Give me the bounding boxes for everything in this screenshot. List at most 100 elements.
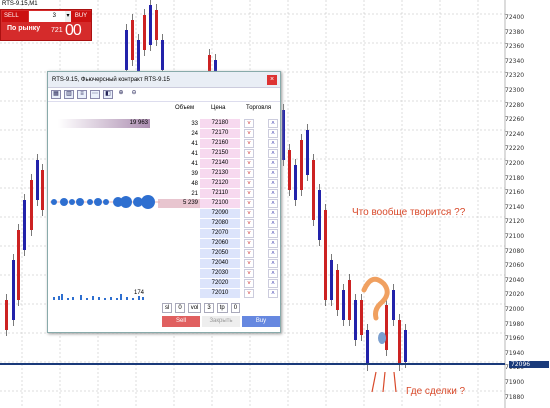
buy-limit-icon[interactable]: ˄ (268, 239, 278, 248)
depth-of-market-window: RTS-9.15, Фьючерсный контракт RTS-9.15 ×… (47, 71, 281, 333)
sell-limit-icon[interactable]: ˅ (244, 289, 254, 298)
sell-limit-icon[interactable]: ˅ (244, 199, 254, 208)
sell-limit-icon[interactable]: ˅ (244, 159, 254, 168)
price-tick: 72100 (505, 233, 525, 240)
row-price[interactable]: 72070 (200, 229, 240, 238)
volume-bar (86, 298, 88, 300)
sell-limit-icon[interactable]: ˅ (244, 259, 254, 268)
row-price[interactable]: 72010 (200, 289, 240, 298)
row-price[interactable]: 72050 (200, 249, 240, 258)
candle-body (306, 130, 309, 175)
candle-body (30, 180, 33, 230)
row-price[interactable]: 72130 (200, 169, 240, 178)
candle-body (385, 305, 388, 350)
sell-limit-icon[interactable]: ˅ (244, 169, 254, 178)
volume-histogram (53, 294, 144, 300)
dom-sell-button[interactable]: Sell (162, 316, 200, 327)
row-price[interactable]: 72030 (200, 269, 240, 278)
candle-body (366, 330, 369, 365)
buy-limit-icon[interactable]: ˄ (268, 259, 278, 268)
sell-limit-icon[interactable]: ˅ (244, 269, 254, 278)
row-price[interactable]: 72110 (200, 189, 240, 198)
candle-body (354, 300, 357, 340)
sell-limit-icon[interactable]: ˅ (244, 149, 254, 158)
vol-input[interactable]: 3 (204, 303, 214, 313)
sell-limit-icon[interactable]: ˅ (244, 179, 254, 188)
buy-limit-icon[interactable]: ˄ (268, 129, 278, 138)
sell-limit-icon[interactable]: ˅ (244, 219, 254, 228)
row-price[interactable]: 72170 (200, 129, 240, 138)
sell-limit-icon[interactable]: ˅ (244, 279, 254, 288)
volume-bar (138, 296, 140, 300)
buy-limit-icon[interactable]: ˄ (268, 139, 278, 148)
row-price[interactable]: 72090 (200, 209, 240, 218)
buy-limit-icon[interactable]: ˄ (268, 149, 278, 158)
row-price[interactable]: 72020 (200, 279, 240, 288)
arrow-icon (371, 371, 377, 393)
candle-body (17, 230, 20, 300)
dom-close-button[interactable]: Закрыть (202, 316, 240, 327)
candle-body (392, 290, 395, 320)
buy-limit-icon[interactable]: ˄ (268, 269, 278, 278)
row-price[interactable]: 72160 (200, 139, 240, 148)
candle-body (342, 290, 345, 320)
buy-button[interactable]: BUY (71, 11, 91, 22)
buy-limit-icon[interactable]: ˄ (268, 189, 278, 198)
tp-input[interactable]: 0 (230, 303, 241, 313)
candle-body (294, 165, 297, 200)
sell-limit-icon[interactable]: ˅ (244, 239, 254, 248)
buy-limit-icon[interactable]: ˄ (268, 169, 278, 178)
lot-input[interactable]: 3 (29, 11, 65, 22)
dom-buy-button[interactable]: Buy (242, 316, 280, 327)
volume-bar (110, 297, 112, 300)
row-price[interactable]: 72040 (200, 259, 240, 268)
row-volume: 21 (191, 191, 198, 197)
buy-limit-icon[interactable]: ˄ (268, 219, 278, 228)
toolbar: ▦ ▥ ≡ ⋯ ◧ ⊕ ⊖ (48, 88, 280, 102)
zoom-in-icon[interactable]: ⊕ (116, 90, 126, 99)
sell-limit-icon[interactable]: ˅ (244, 139, 254, 148)
buy-limit-icon[interactable]: ˄ (268, 179, 278, 188)
zoom-out-icon[interactable]: ⊖ (129, 90, 139, 99)
close-icon[interactable]: × (267, 75, 277, 85)
trade-bubble (87, 199, 93, 205)
candle-body (143, 15, 146, 50)
candle-body (360, 300, 363, 335)
question-mark-icon (361, 276, 390, 321)
volume-bar (98, 297, 100, 300)
sell-limit-icon[interactable]: ˅ (244, 229, 254, 238)
tick-icon[interactable]: ⋯ (90, 90, 100, 99)
row-price[interactable]: 72140 (200, 159, 240, 168)
sell-limit-icon[interactable]: ˅ (244, 129, 254, 138)
sell-button[interactable]: SELL (2, 11, 28, 22)
buy-limit-icon[interactable]: ˄ (268, 279, 278, 288)
row-price[interactable]: 72120 (200, 179, 240, 188)
sell-limit-icon[interactable]: ˅ (244, 189, 254, 198)
buy-limit-icon[interactable]: ˄ (268, 119, 278, 128)
row-price[interactable]: 72180 (200, 119, 240, 128)
sell-limit-icon[interactable]: ˅ (244, 249, 254, 258)
buy-limit-icon[interactable]: ˄ (268, 229, 278, 238)
price-big: 00 (65, 22, 82, 39)
candle-body (5, 300, 8, 330)
row-price[interactable]: 72100 (200, 199, 240, 208)
row-price[interactable]: 72060 (200, 239, 240, 248)
buy-limit-icon[interactable]: ˄ (268, 209, 278, 218)
price-tick: 71980 (505, 320, 525, 328)
grid-icon[interactable]: ▦ (51, 90, 61, 99)
candle-body (137, 40, 140, 75)
settings-icon[interactable]: ≡ (77, 90, 87, 99)
buy-limit-icon[interactable]: ˄ (268, 249, 278, 258)
sell-limit-icon[interactable]: ˅ (244, 119, 254, 128)
buy-limit-icon[interactable]: ˄ (268, 289, 278, 298)
sell-limit-icon[interactable]: ˅ (244, 209, 254, 218)
color-icon[interactable]: ◧ (103, 90, 113, 99)
row-price[interactable]: 72080 (200, 219, 240, 228)
buy-limit-icon[interactable]: ˄ (268, 159, 278, 168)
columns-icon[interactable]: ▥ (64, 90, 74, 99)
sl-input[interactable]: 0 (175, 303, 185, 313)
candle-body (300, 140, 303, 190)
buy-limit-icon[interactable]: ˄ (268, 199, 278, 208)
row-volume: 41 (191, 151, 198, 157)
row-price[interactable]: 72150 (200, 149, 240, 158)
